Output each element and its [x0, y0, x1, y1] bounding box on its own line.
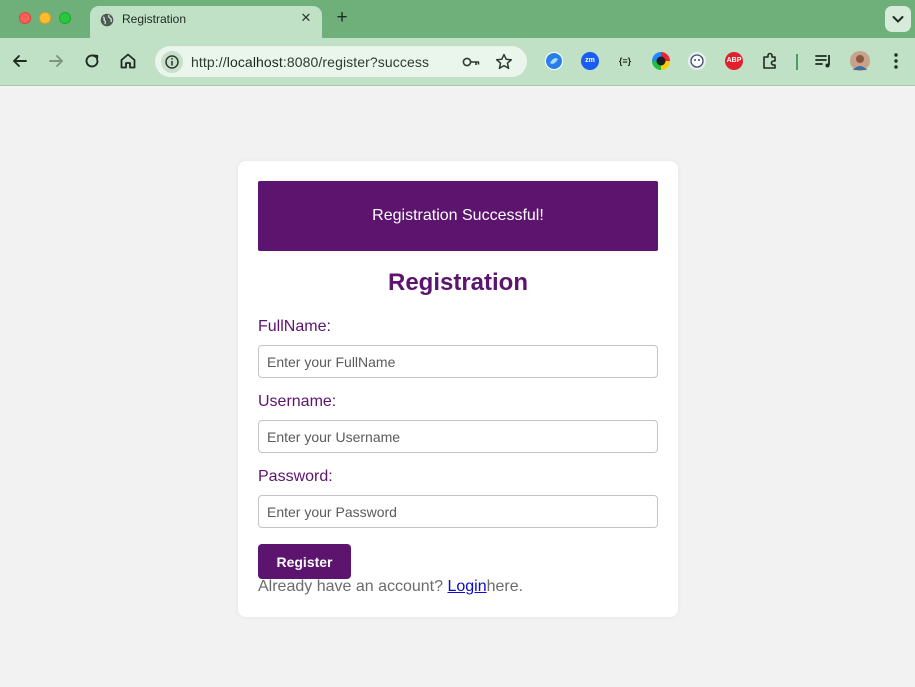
- url-host: localhost: [226, 54, 283, 70]
- address-bar[interactable]: http://localhost:8080/register?success: [155, 46, 527, 77]
- color-picker-extension-icon[interactable]: [652, 52, 670, 70]
- forward-arrow-icon[interactable]: [45, 50, 67, 72]
- chevron-down-icon: [892, 16, 904, 23]
- site-info-button[interactable]: [161, 51, 183, 73]
- adblock-extension-label: ABP: [726, 57, 742, 64]
- tab-registration[interactable]: Registration ✕: [90, 6, 322, 38]
- zoom-extension-label: zm: [585, 57, 595, 64]
- url-scheme: http://: [191, 54, 227, 70]
- password-input[interactable]: [258, 495, 658, 528]
- username-label: Username:: [258, 393, 337, 410]
- login-suffix-text: here.: [486, 578, 524, 595]
- globe-icon: [100, 13, 114, 27]
- zoom-extension-icon[interactable]: zm: [581, 52, 599, 70]
- swirl-extension-icon[interactable]: [545, 52, 563, 70]
- username-input[interactable]: [258, 420, 658, 453]
- bookmark-star-icon[interactable]: [494, 52, 514, 72]
- json-extension-label: {≡}: [618, 56, 632, 66]
- password-label: Password:: [258, 468, 333, 485]
- profile-avatar[interactable]: [850, 51, 870, 71]
- media-playlist-icon[interactable]: [813, 50, 835, 72]
- info-icon: [165, 55, 179, 69]
- tab-title: Registration: [122, 12, 187, 26]
- key-icon[interactable]: [461, 52, 481, 72]
- registration-card: Registration Successful! Registration Fu…: [238, 161, 678, 617]
- maximize-window-button[interactable]: [59, 12, 71, 24]
- back-arrow-icon[interactable]: [9, 50, 31, 72]
- json-extension-icon[interactable]: {≡}: [616, 52, 634, 70]
- login-prompt: Already have an account? Loginhere.: [258, 578, 523, 596]
- page-title: Registration: [387, 269, 528, 296]
- more-options-icon[interactable]: [885, 50, 907, 72]
- home-icon[interactable]: [117, 50, 139, 72]
- face-extension-icon[interactable]: [688, 52, 706, 70]
- fullname-input[interactable]: [258, 345, 658, 378]
- close-window-button[interactable]: [19, 12, 31, 24]
- reload-icon[interactable]: [81, 50, 103, 72]
- register-button[interactable]: Register: [258, 544, 351, 579]
- tab-strip: Registration ✕ +: [0, 0, 915, 38]
- url-path: :8080/register?success: [282, 54, 430, 70]
- success-alert: Registration Successful!: [258, 181, 658, 251]
- new-tab-button[interactable]: +: [333, 8, 351, 27]
- browser-toolbar: http://localhost:8080/register?success z…: [0, 38, 915, 86]
- close-tab-icon[interactable]: ✕: [299, 11, 313, 25]
- login-prefix-text: Already have an account?: [258, 578, 448, 595]
- puzzle-extensions-icon[interactable]: [759, 50, 781, 72]
- adblock-extension-icon[interactable]: ABP: [725, 52, 743, 70]
- minimize-window-button[interactable]: [39, 12, 51, 24]
- login-link[interactable]: Login: [447, 578, 486, 595]
- fullname-label: FullName:: [258, 318, 331, 335]
- url-text[interactable]: http://localhost:8080/register?success: [191, 54, 429, 70]
- tab-search-button[interactable]: [885, 6, 911, 32]
- toolbar-divider: [796, 54, 798, 70]
